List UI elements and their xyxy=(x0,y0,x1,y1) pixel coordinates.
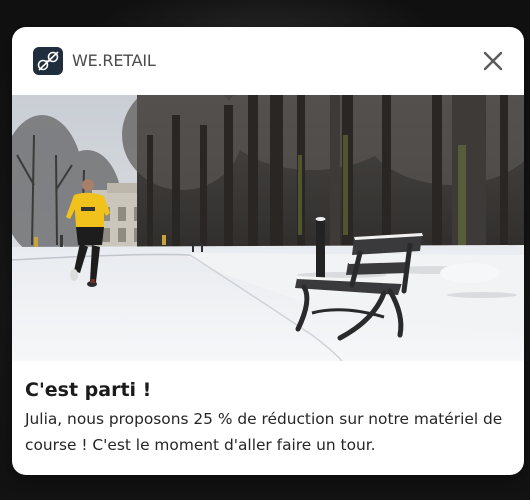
jogger-in-snowy-park-photo xyxy=(12,95,524,361)
app-name: WE.RETAIL xyxy=(72,51,156,70)
notification-title: C'est parti ! xyxy=(25,379,152,401)
push-notification-card[interactable]: WE.RETAIL C'est parti ! Julia, nous prop… xyxy=(12,27,524,475)
close-icon xyxy=(483,51,503,71)
notification-message: Julia, nous proposons 25 % de réduction … xyxy=(25,410,503,454)
we-retail-logo-icon xyxy=(33,47,63,75)
notification-header: WE.RETAIL xyxy=(12,27,524,95)
notification-image xyxy=(12,95,524,361)
notification-content: C'est parti ! Julia, nous proposons 25 %… xyxy=(25,377,517,458)
close-button[interactable] xyxy=(480,48,506,74)
bollard xyxy=(316,219,325,279)
